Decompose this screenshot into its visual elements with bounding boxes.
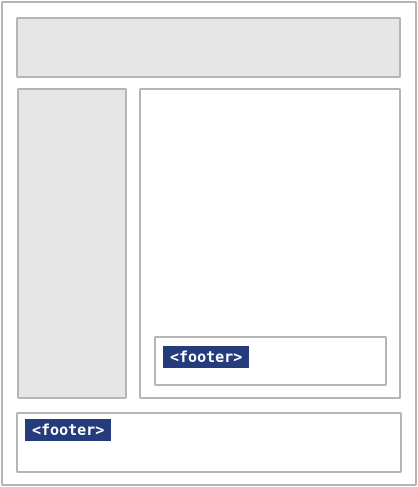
main-footer-region: <footer> [154, 336, 387, 386]
page-footer-region: <footer> [16, 412, 402, 473]
header-region [16, 17, 401, 78]
footer-tag-label: <footer> [25, 419, 112, 441]
footer-tag-label: <footer> [163, 346, 250, 368]
sidebar-region [17, 88, 127, 399]
